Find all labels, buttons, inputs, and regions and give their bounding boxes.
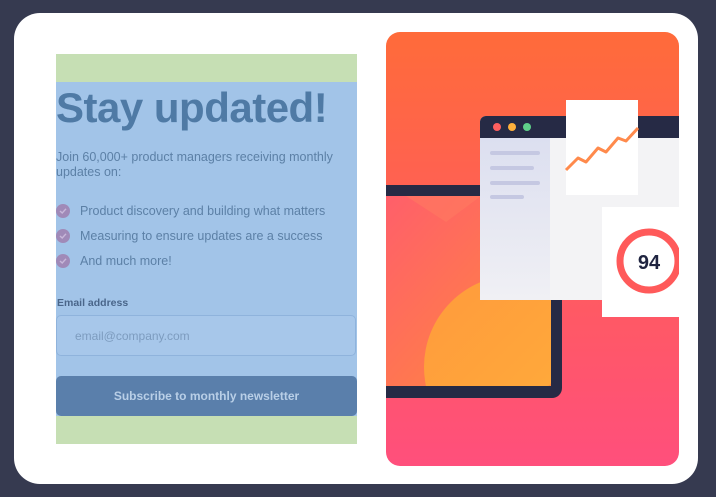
feature-item: And much more! xyxy=(56,248,325,273)
subtitle-text: Join 60,000+ product managers receiving … xyxy=(56,150,333,179)
email-input[interactable] xyxy=(56,315,356,356)
subscribe-button[interactable]: Subscribe to monthly newsletter xyxy=(56,376,357,416)
score-value: 94 xyxy=(638,252,661,274)
feature-label: Product discovery and building what matt… xyxy=(80,203,326,218)
trend-chart-card xyxy=(564,100,640,195)
score-card: 94 xyxy=(602,207,679,317)
check-icon xyxy=(56,203,70,218)
feature-label: And much more! xyxy=(80,253,172,268)
check-icon xyxy=(56,228,70,243)
page-title: Stay updated! xyxy=(56,84,328,131)
feature-list: Product discovery and building what matt… xyxy=(56,198,325,273)
feature-item: Measuring to ensure updates are a succes… xyxy=(56,223,325,248)
feature-item: Product discovery and building what matt… xyxy=(56,198,325,223)
email-label: Email address xyxy=(57,297,129,309)
hero-illustration: 94 xyxy=(386,32,679,466)
feature-label: Measuring to ensure updates are a succes… xyxy=(80,228,323,243)
check-icon xyxy=(56,253,70,268)
